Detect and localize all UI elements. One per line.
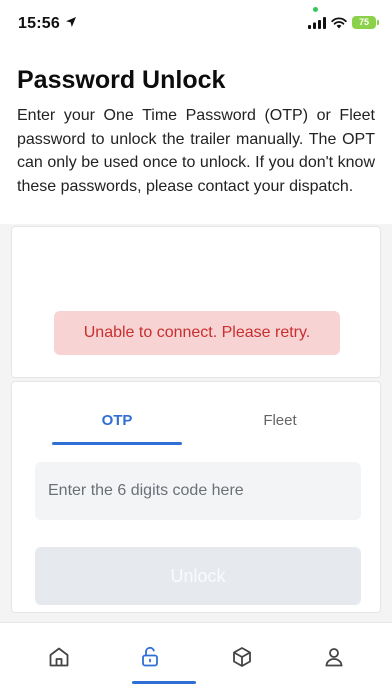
active-tab-indicator	[52, 442, 182, 445]
profile-icon[interactable]	[322, 645, 346, 669]
status-bar: 15:56 75	[0, 0, 392, 48]
header: Password Unlock Enter your One Time Pass…	[0, 48, 392, 224]
unlock-icon[interactable]	[138, 645, 162, 669]
error-banner: Unable to connect. Please retry.	[54, 311, 340, 355]
page-description: Enter your One Time Password (OTP) or Fl…	[17, 107, 375, 195]
location-arrow-icon	[66, 17, 76, 27]
unlock-button[interactable]: Unlock	[35, 547, 361, 605]
home-icon[interactable]	[47, 645, 71, 669]
password-tabs: OTP Fleet	[12, 382, 382, 446]
box-icon[interactable]	[230, 645, 254, 669]
battery-icon: 75	[352, 16, 379, 29]
password-form-card: OTP Fleet Unlock	[11, 381, 381, 613]
signal-icon	[308, 16, 326, 29]
privacy-indicator-icon	[313, 7, 318, 12]
bottom-nav	[0, 622, 392, 696]
tab-otp[interactable]: OTP	[52, 412, 182, 429]
status-icons: 75	[308, 16, 379, 29]
tab-fleet[interactable]: Fleet	[215, 412, 345, 429]
wifi-icon	[331, 16, 347, 28]
page-title: Password Unlock	[17, 66, 226, 94]
active-nav-indicator	[132, 681, 196, 684]
battery-level: 75	[358, 17, 369, 27]
status-time: 15:56	[18, 15, 60, 32]
connection-status-card: Unable to connect. Please retry.	[11, 226, 381, 378]
otp-code-input[interactable]	[35, 462, 361, 520]
